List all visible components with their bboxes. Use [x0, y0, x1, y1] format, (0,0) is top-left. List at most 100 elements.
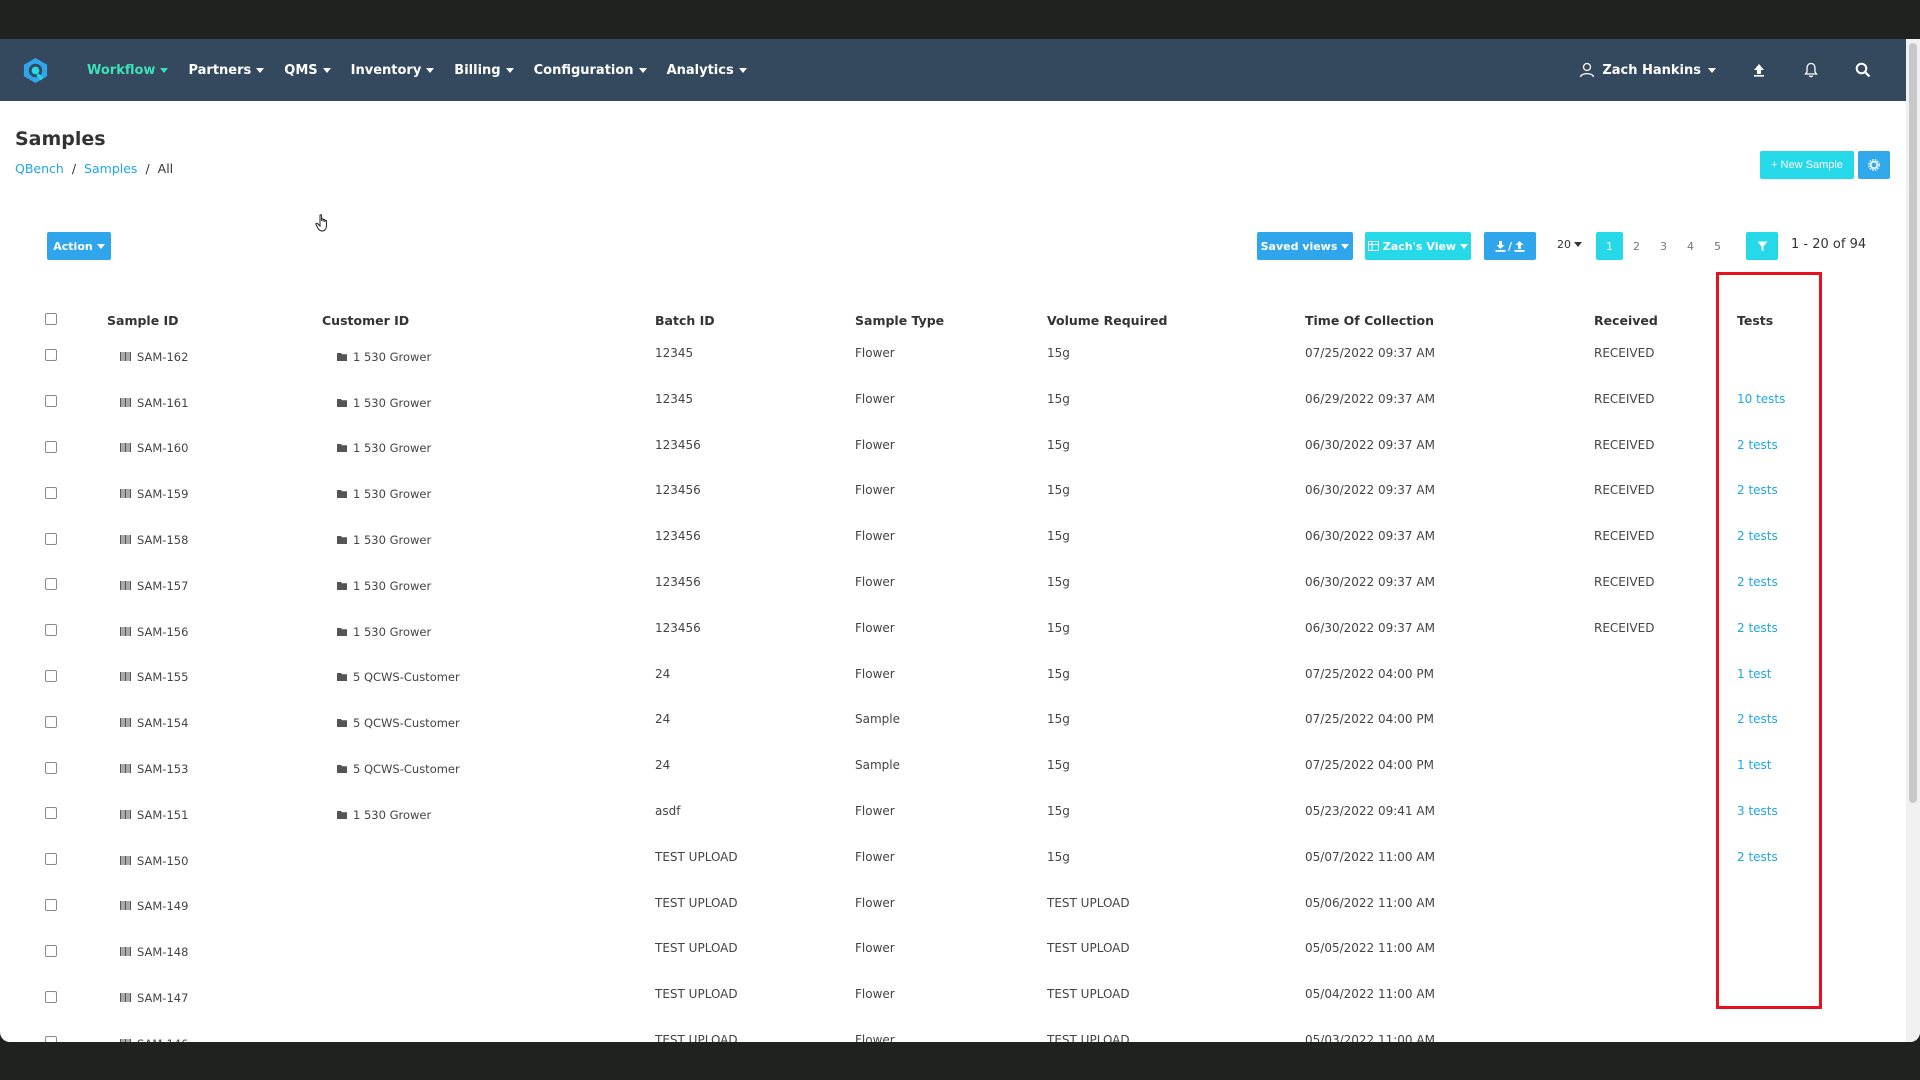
tests-link[interactable]: 2 tests [1737, 621, 1778, 635]
customer-id[interactable]: 1 530 Grower [337, 808, 431, 822]
sample-id-link[interactable]: SAM-154 [120, 716, 188, 730]
tests-link[interactable]: 2 tests [1737, 529, 1778, 543]
vertical-scrollbar[interactable] [1906, 39, 1920, 1042]
row-checkbox[interactable] [45, 761, 57, 774]
import-export-button[interactable]: / [1484, 232, 1536, 260]
customer-id[interactable]: 1 530 Grower [337, 579, 431, 593]
row-checkbox[interactable] [45, 944, 57, 957]
customer-id[interactable]: 5 QCWS-Customer [337, 670, 460, 684]
page-1-button[interactable]: 1 [1596, 232, 1623, 260]
nav-qms[interactable]: QMS [284, 63, 331, 78]
header-sample-id[interactable]: Sample ID [87, 307, 305, 333]
tests-link[interactable]: 10 tests [1737, 392, 1785, 406]
nav-billing[interactable]: Billing [454, 63, 514, 78]
customer-id[interactable]: 1 530 Grower [337, 396, 431, 410]
row-checkbox[interactable] [45, 395, 57, 408]
table-row[interactable]: SAM-149 TEST UPLOAD Flower TEST UPLOAD 05/06… [0, 883, 1821, 929]
row-checkbox[interactable] [45, 853, 57, 866]
sample-id-link[interactable]: SAM-162 [120, 350, 188, 364]
table-row[interactable]: SAM-146 TEST UPLOAD Flower TEST UPLOAD 05/03… [0, 1020, 1821, 1042]
table-row[interactable]: SAM-162 1 530 Grower 12345 Flower 15g 07/25/2… [0, 333, 1821, 379]
header-volume-required[interactable]: Volume Required [1035, 307, 1289, 333]
per-page-select[interactable]: 20 [1557, 238, 1582, 251]
sample-id-link[interactable]: SAM-161 [120, 396, 188, 410]
page-5-button[interactable]: 5 [1704, 232, 1731, 260]
row-checkbox[interactable] [45, 486, 57, 499]
tests-link[interactable]: 2 tests [1737, 575, 1778, 589]
table-row[interactable]: SAM-156 1 530 Grower 123456 Flower 15g 06/30/… [0, 608, 1821, 654]
settings-button[interactable] [1858, 151, 1890, 179]
tests-link[interactable]: 2 tests [1737, 483, 1778, 497]
customer-id[interactable]: 1 530 Grower [337, 441, 431, 455]
table-row[interactable]: SAM-150 TEST UPLOAD Flower 15g 05/07/2022 11… [0, 837, 1821, 883]
table-row[interactable]: SAM-160 1 530 Grower 123456 Flower 15g 06/30/… [0, 425, 1821, 471]
bell-icon[interactable] [1802, 61, 1820, 79]
filter-button[interactable] [1746, 232, 1778, 260]
customer-id[interactable]: 1 530 Grower [337, 487, 431, 501]
table-row[interactable]: SAM-157 1 530 Grower 123456 Flower 15g 06/30/… [0, 562, 1821, 608]
customer-id[interactable]: 1 530 Grower [337, 625, 431, 639]
tests-link[interactable]: 2 tests [1737, 712, 1778, 726]
saved-views-button[interactable]: Saved views [1257, 232, 1353, 260]
tests-link[interactable]: 2 tests [1737, 438, 1778, 452]
header-sample-type[interactable]: Sample Type [839, 307, 1035, 333]
row-checkbox[interactable] [45, 624, 57, 637]
nav-configuration[interactable]: Configuration [534, 63, 647, 78]
search-icon[interactable] [1854, 61, 1872, 79]
sample-id-link[interactable]: SAM-157 [120, 579, 188, 593]
row-checkbox[interactable] [45, 532, 57, 545]
table-row[interactable]: SAM-158 1 530 Grower 123456 Flower 15g 06/30/… [0, 516, 1821, 562]
upload-icon[interactable] [1750, 61, 1768, 79]
table-row[interactable]: SAM-147 TEST UPLOAD Flower TEST UPLOAD 05/04… [0, 974, 1821, 1020]
table-row[interactable]: SAM-161 1 530 Grower 12345 Flower 15g 06/29/2… [0, 379, 1821, 425]
action-dropdown-button[interactable]: Action [47, 232, 111, 260]
tests-link[interactable]: 1 test [1737, 667, 1772, 681]
row-checkbox[interactable] [45, 990, 57, 1003]
row-checkbox[interactable] [45, 578, 57, 591]
page-4-button[interactable]: 4 [1677, 232, 1704, 260]
page-2-button[interactable]: 2 [1623, 232, 1650, 260]
breadcrumb-qbench[interactable]: QBench [15, 161, 64, 176]
customer-id[interactable]: 1 530 Grower [337, 350, 431, 364]
tests-link[interactable]: 3 tests [1737, 804, 1778, 818]
sample-id-link[interactable]: SAM-146 [120, 1037, 188, 1042]
customer-id[interactable]: 5 QCWS-Customer [337, 716, 460, 730]
user-menu[interactable]: Zach Hankins [1579, 62, 1716, 78]
nav-partners[interactable]: Partners [188, 63, 265, 78]
sample-id-link[interactable]: SAM-156 [120, 625, 188, 639]
row-checkbox[interactable] [45, 807, 57, 820]
nav-inventory[interactable]: Inventory [351, 63, 435, 78]
sample-id-link[interactable]: SAM-149 [120, 899, 188, 913]
qbench-logo-icon[interactable] [22, 57, 49, 84]
header-customer-id[interactable]: Customer ID [305, 307, 639, 333]
table-row[interactable]: SAM-151 1 530 Grower asdf Flower 15g 05/23/20… [0, 791, 1821, 837]
sample-id-link[interactable]: SAM-153 [120, 762, 188, 776]
header-received[interactable]: Received [1580, 307, 1701, 333]
header-time-of-collection[interactable]: Time Of Collection [1289, 307, 1580, 333]
row-checkbox[interactable] [45, 349, 57, 362]
tests-link[interactable]: 1 test [1737, 758, 1772, 772]
customer-id[interactable]: 5 QCWS-Customer [337, 762, 460, 776]
sample-id-link[interactable]: SAM-158 [120, 533, 188, 547]
current-view-button[interactable]: Zach's View [1365, 232, 1471, 260]
row-checkbox[interactable] [45, 715, 57, 728]
sample-id-link[interactable]: SAM-160 [120, 441, 188, 455]
header-batch-id[interactable]: Batch ID [639, 307, 839, 333]
new-sample-button[interactable]: + New Sample [1760, 151, 1854, 179]
page-3-button[interactable]: 3 [1650, 232, 1677, 260]
table-row[interactable]: SAM-153 5 QCWS-Customer 24 Sample 15g 07/25/2… [0, 745, 1821, 791]
row-checkbox[interactable] [45, 898, 57, 911]
nav-workflow[interactable]: Workflow [87, 63, 169, 78]
sample-id-link[interactable]: SAM-151 [120, 808, 188, 822]
customer-id[interactable]: 1 530 Grower [337, 533, 431, 547]
row-checkbox[interactable] [45, 440, 57, 453]
row-checkbox[interactable] [45, 669, 57, 682]
nav-analytics[interactable]: Analytics [667, 63, 747, 78]
scrollbar-thumb[interactable] [1909, 43, 1917, 803]
table-row[interactable]: SAM-148 TEST UPLOAD Flower TEST UPLOAD 05/05… [0, 928, 1821, 974]
select-all-checkbox[interactable] [45, 312, 57, 325]
sample-id-link[interactable]: SAM-150 [120, 854, 188, 868]
tests-link[interactable]: 2 tests [1737, 850, 1778, 864]
table-row[interactable]: SAM-154 5 QCWS-Customer 24 Sample 15g 07/25/2… [0, 699, 1821, 745]
table-row[interactable]: SAM-155 5 QCWS-Customer 24 Flower 15g 07/25/2… [0, 654, 1821, 700]
